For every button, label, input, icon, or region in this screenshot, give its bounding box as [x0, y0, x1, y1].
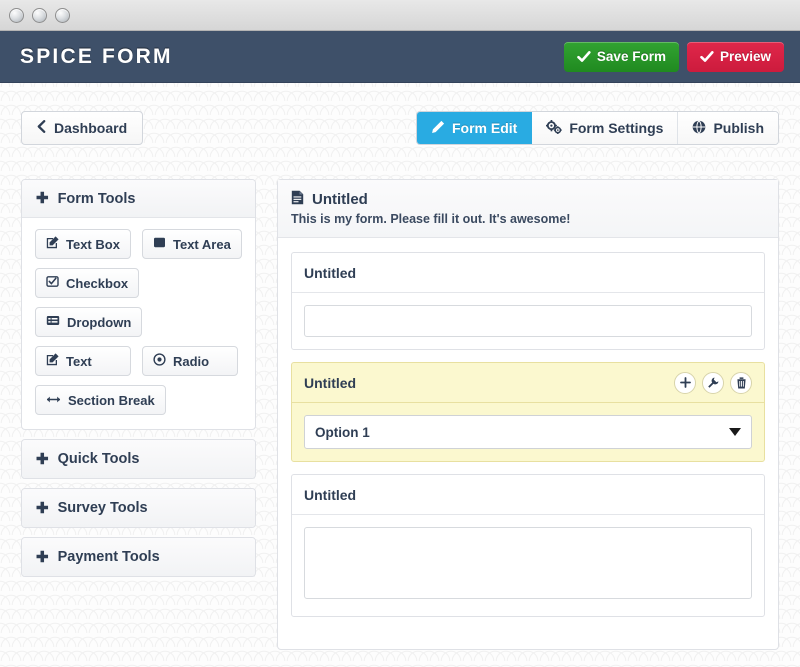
pencil-square-icon [46, 353, 59, 369]
tool-radio[interactable]: Radio [142, 346, 238, 376]
tool-text-box[interactable]: Text Box [35, 229, 131, 259]
form-tools-grid: Text Box Text Area Checkbox Dropdown Tex… [35, 229, 242, 415]
form-field-textarea-label: Untitled [304, 486, 357, 503]
form-field-textarea-header: Untitled [292, 475, 764, 515]
builder-tabs: Form Edit Form Settings Publish [415, 111, 779, 145]
panel-payment-tools-title: Payment Tools [57, 549, 160, 565]
tab-form-edit-label: Form Edit [451, 120, 518, 136]
plus-icon: ✚ [36, 548, 49, 566]
check-square-icon [46, 275, 59, 291]
tool-text-label: Text [66, 353, 92, 369]
plus-icon: ✚ [36, 190, 49, 207]
check-icon [577, 50, 591, 63]
form-builder-canvas: Untitled This is my form. Please fill it… [277, 179, 779, 650]
form-description: This is my form. Please fill it out. It'… [291, 212, 571, 226]
tool-text-box-label: Text Box [66, 236, 120, 252]
check-icon [700, 50, 714, 63]
form-fields-list: Untitled Untitled Option 1 Untitled [278, 238, 778, 617]
form-field-textbox-label: Untitled [304, 264, 357, 281]
panel-survey-tools: ✚ Survey Tools [21, 488, 256, 528]
app-header: SPICE FORM Save Form Preview [0, 31, 800, 83]
panel-quick-tools-title: Quick Tools [57, 451, 140, 467]
tool-text[interactable]: Text [35, 346, 131, 376]
tab-form-settings[interactable]: Form Settings [532, 112, 679, 144]
tool-dropdown-label: Dropdown [67, 314, 132, 330]
save-form-button[interactable]: Save Form [563, 41, 679, 72]
panel-quick-tools: ✚ Quick Tools [21, 439, 256, 479]
chevron-left-icon [37, 120, 46, 136]
dropdown-selected-value: Option 1 [315, 424, 370, 440]
tab-form-settings-label: Form Settings [569, 120, 664, 136]
app-brand-title: SPICE FORM [20, 44, 173, 68]
header-actions: Save Form Preview [563, 41, 784, 72]
panel-quick-tools-header[interactable]: ✚ Quick Tools [22, 440, 255, 478]
filled-square-icon [153, 236, 166, 252]
tool-checkbox[interactable]: Checkbox [35, 268, 140, 298]
list-alt-icon [46, 314, 60, 330]
form-field-textbox-header: Untitled [292, 253, 764, 293]
panel-form-tools-body: Text Box Text Area Checkbox Dropdown Tex… [22, 218, 255, 429]
form-field-dropdown-body: Option 1 [292, 403, 764, 461]
tab-publish[interactable]: Publish [678, 112, 778, 144]
textbox-input[interactable] [304, 305, 752, 337]
panel-payment-tools: ✚ Payment Tools [21, 537, 256, 577]
tab-form-edit[interactable]: Form Edit [416, 112, 533, 144]
tool-section-break[interactable]: Section Break [35, 385, 166, 415]
plus-icon: ✚ [36, 499, 49, 517]
form-field-textbox-body [292, 293, 764, 349]
form-field-textarea[interactable]: Untitled [291, 474, 765, 617]
dropdown-select-wrapper: Option 1 [304, 415, 752, 449]
field-settings-button[interactable] [702, 371, 724, 394]
secondary-nav: Dashboard Form Edit Form Settings Publis… [0, 108, 800, 148]
window-titlebar [0, 0, 800, 31]
dot-circle-icon [153, 353, 166, 369]
window-close-button[interactable] [9, 7, 24, 23]
arrows-horizontal-icon [46, 393, 61, 408]
tab-publish-label: Publish [713, 120, 764, 136]
form-field-dropdown[interactable]: Untitled Option 1 [291, 362, 765, 462]
panel-survey-tools-header[interactable]: ✚ Survey Tools [22, 489, 255, 527]
app-window: SPICE FORM Save Form Preview Dashboard F… [0, 0, 800, 667]
field-toolbar [674, 371, 752, 394]
tool-dropdown[interactable]: Dropdown [35, 307, 143, 337]
window-zoom-button[interactable] [55, 7, 70, 23]
form-field-textbox[interactable]: Untitled [291, 252, 765, 350]
save-form-label: Save Form [596, 49, 666, 64]
tool-radio-label: Radio [173, 353, 210, 369]
tool-text-area-label: Text Area [173, 236, 231, 252]
tool-section-break-label: Section Break [68, 392, 155, 408]
tool-text-area[interactable]: Text Area [142, 229, 242, 259]
form-header: Untitled This is my form. Please fill it… [278, 180, 778, 238]
form-title-row: Untitled [291, 190, 765, 209]
form-field-textarea-body [292, 515, 764, 616]
panel-form-tools-title: Form Tools [57, 190, 136, 207]
pencil-icon [431, 120, 445, 137]
form-field-dropdown-header: Untitled [292, 363, 764, 403]
add-field-button[interactable] [674, 371, 696, 394]
panel-survey-tools-title: Survey Tools [57, 500, 148, 516]
panel-form-tools: ✚ Form Tools Text Box Text Area Checkbox… [21, 179, 256, 430]
dropdown-select[interactable]: Option 1 [304, 415, 752, 449]
form-field-dropdown-label: Untitled [304, 374, 357, 391]
textarea-input[interactable] [304, 527, 752, 599]
dashboard-back-label: Dashboard [54, 120, 128, 136]
form-title-text: Untitled [312, 191, 368, 208]
cogs-icon [546, 119, 563, 137]
plus-icon: ✚ [36, 450, 49, 468]
panel-payment-tools-header[interactable]: ✚ Payment Tools [22, 538, 255, 576]
dashboard-back-button[interactable]: Dashboard [21, 111, 144, 145]
globe-icon [692, 119, 706, 137]
tool-checkbox-label: Checkbox [66, 275, 129, 291]
file-text-icon [291, 190, 304, 209]
delete-field-button[interactable] [730, 371, 752, 394]
panel-form-tools-header[interactable]: ✚ Form Tools [22, 180, 255, 218]
pencil-square-icon [46, 236, 59, 252]
window-minimize-button[interactable] [32, 7, 47, 23]
tools-sidebar: ✚ Form Tools Text Box Text Area Checkbox… [21, 179, 256, 586]
preview-label: Preview [719, 49, 771, 64]
preview-button[interactable]: Preview [686, 41, 784, 72]
